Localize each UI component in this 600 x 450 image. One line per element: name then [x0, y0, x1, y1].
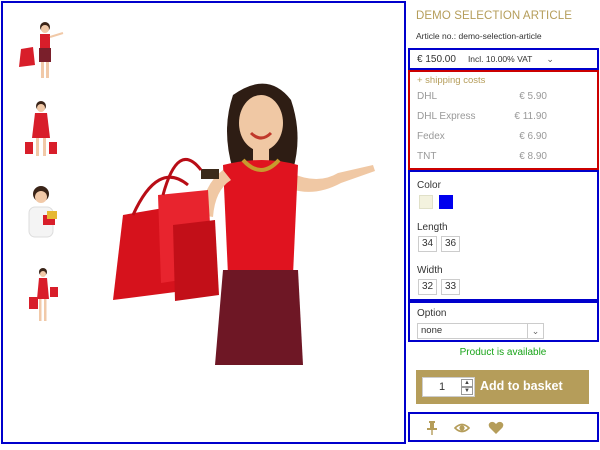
shipping-carrier: DHL Express [417, 111, 476, 122]
product-actions [408, 412, 599, 442]
option-selected-value: none [421, 325, 443, 336]
length-option[interactable]: 36 [441, 236, 460, 252]
vat-info: Incl. 10.00% VAT [467, 54, 533, 64]
option-selection: Option none ⌄ [408, 301, 599, 342]
main-product-image[interactable] [103, 65, 403, 365]
price-amount: € 150.00 [417, 53, 456, 65]
increment-icon[interactable]: ▲ [461, 379, 473, 387]
width-label: Width [417, 265, 443, 276]
length-label: Length [417, 222, 448, 233]
shipping-cost: € 6.90 [519, 131, 547, 142]
shipping-costs-panel: + shipping costs DHL € 5.90 DHL Express … [408, 70, 599, 170]
add-to-basket-button[interactable]: Add to basket [480, 379, 563, 393]
quantity-spinner: ▲ ▼ [461, 379, 473, 395]
product-details: DEMO SELECTION ARTICLE Article no.: demo… [408, 0, 600, 450]
shipping-cost: € 8.90 [519, 151, 547, 162]
color-swatch-cream[interactable] [419, 195, 433, 209]
availability-status: Product is available [459, 347, 547, 358]
add-to-basket-area: 1 ▲ ▼ Add to basket [416, 370, 589, 404]
shipping-cost: € 11.90 [514, 111, 547, 122]
chevron-down-icon[interactable]: ⌄ [546, 54, 554, 65]
color-label: Color [417, 180, 441, 191]
shipping-costs-link[interactable]: + shipping costs [417, 75, 485, 86]
price-box: € 150.00 Incl. 10.00% VAT ⌄ [408, 48, 599, 70]
product-title: DEMO SELECTION ARTICLE [416, 10, 572, 22]
shipping-cost: € 5.90 [519, 91, 547, 102]
width-option[interactable]: 33 [441, 279, 460, 295]
shipping-row: DHL Express € 11.90 [417, 111, 547, 122]
decrement-icon[interactable]: ▼ [461, 387, 473, 395]
shipping-carrier: DHL [417, 91, 438, 102]
quantity-input[interactable]: 1 [439, 381, 445, 393]
shipping-carrier: Fedex [417, 131, 445, 142]
shipping-row: DHL € 5.90 [417, 91, 547, 102]
option-select[interactable]: none ⌄ [417, 323, 544, 339]
variant-selection: Color Length 34 36 Width 32 33 [408, 170, 599, 301]
image-gallery [1, 1, 406, 444]
shipping-row: TNT € 8.90 [417, 151, 547, 162]
shipping-carrier: TNT [417, 151, 437, 162]
length-option[interactable]: 34 [418, 236, 437, 252]
quantity-stepper[interactable]: 1 ▲ ▼ [422, 377, 475, 397]
width-option[interactable]: 32 [418, 279, 437, 295]
pin-icon[interactable] [424, 421, 440, 435]
color-swatch-blue[interactable] [439, 195, 453, 209]
option-label: Option [417, 308, 447, 319]
thumbnail-3[interactable] [15, 181, 65, 243]
eye-icon[interactable] [454, 421, 470, 435]
chevron-down-icon[interactable]: ⌄ [527, 324, 543, 338]
heart-icon[interactable] [488, 421, 504, 435]
article-number: Article no.: demo-selection-article [416, 31, 542, 41]
thumbnail-2[interactable] [15, 98, 65, 160]
thumbnail-1[interactable] [15, 19, 65, 81]
shipping-row: Fedex € 6.90 [417, 131, 547, 142]
thumbnail-4[interactable] [15, 265, 65, 327]
